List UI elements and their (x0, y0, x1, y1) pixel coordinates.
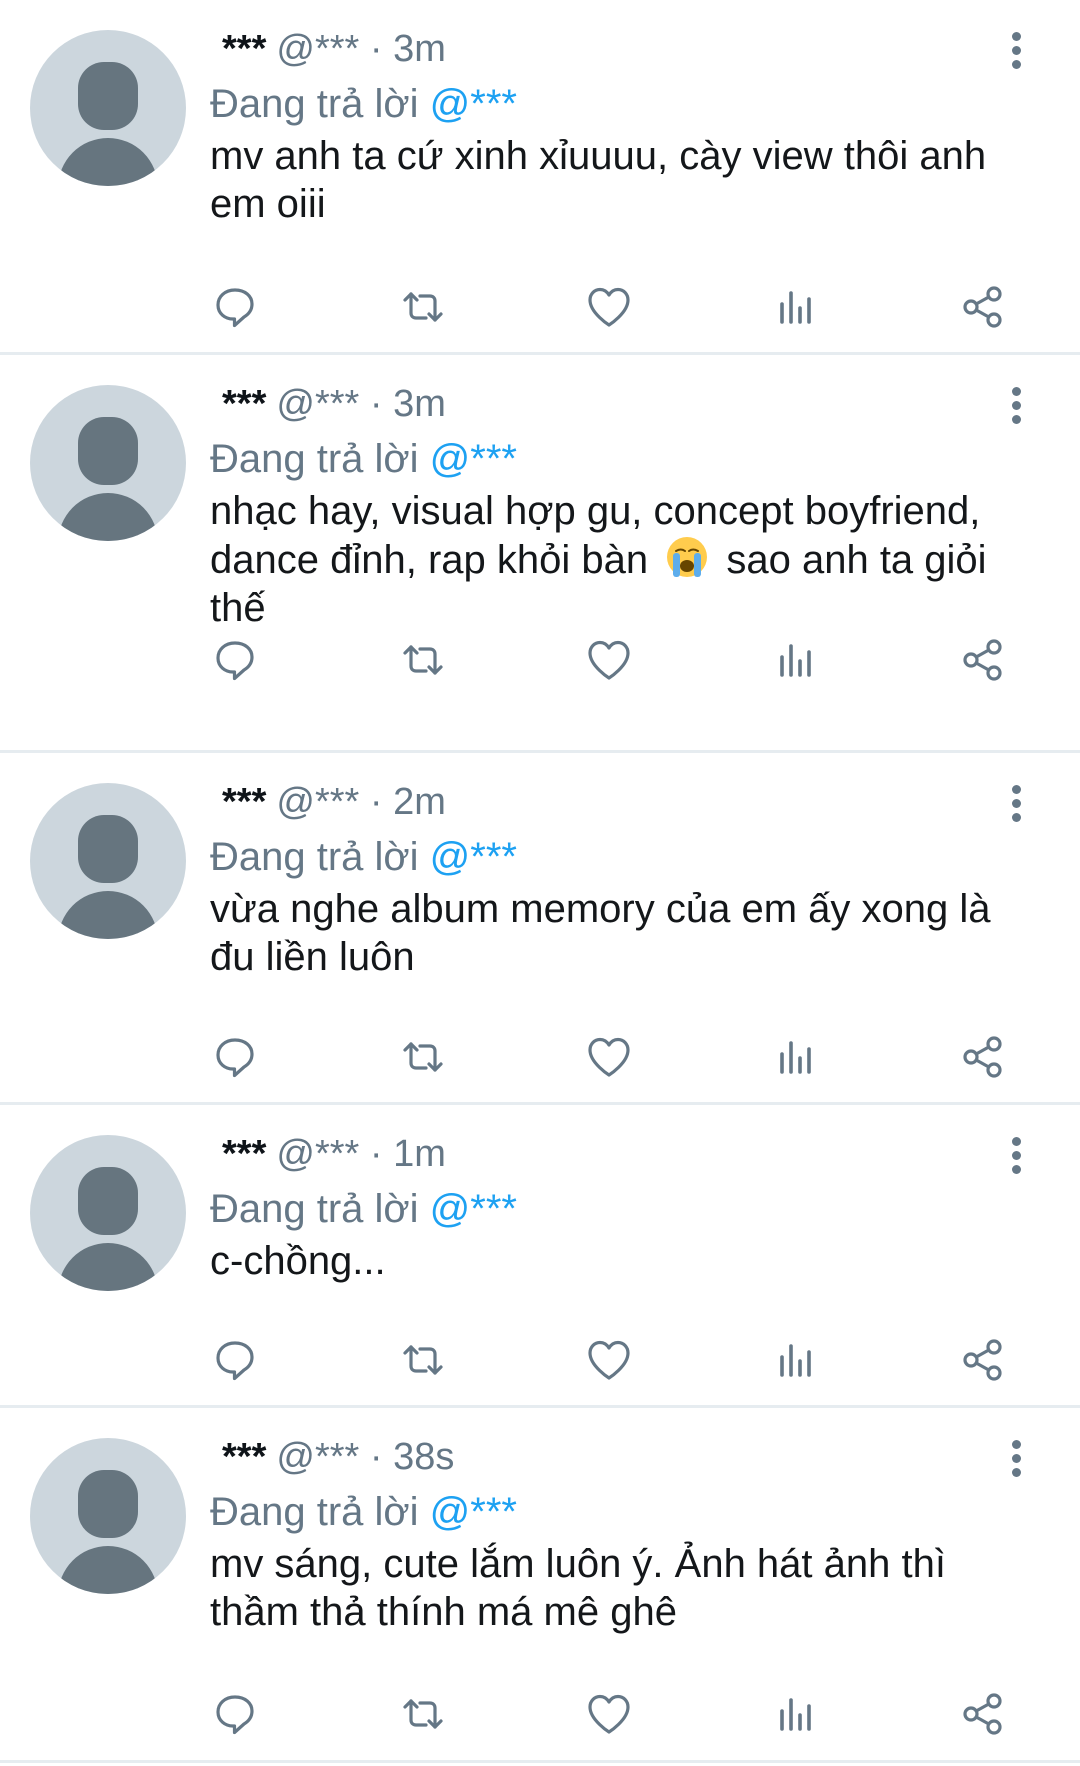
tweet-text: vừa nghe album memory của em ấy xong là … (210, 887, 991, 979)
more-options-icon[interactable] (1006, 785, 1026, 829)
more-options-icon[interactable] (1006, 1137, 1026, 1181)
reply-tweet[interactable]: *** @*** · 1m Đang trả lời @*** c-chồng..… (0, 1105, 1080, 1408)
reply-icon[interactable] (207, 632, 263, 688)
reply-icon[interactable] (207, 279, 263, 335)
avatar[interactable] (30, 1135, 186, 1291)
display-name[interactable]: *** (222, 781, 266, 823)
action-bar (0, 1029, 1080, 1085)
like-icon[interactable] (581, 279, 637, 335)
separator-dot: · (369, 781, 383, 823)
replying-label: Đang trả lời (210, 1490, 419, 1534)
analytics-icon[interactable] (768, 1332, 824, 1388)
reply-tweet[interactable]: *** @*** · 3m Đang trả lời @*** nhạc hay,… (0, 355, 1080, 753)
display-name[interactable]: *** (222, 1133, 266, 1175)
avatar[interactable] (30, 1438, 186, 1594)
timestamp[interactable]: 1m (393, 1133, 446, 1175)
separator-dot: · (369, 383, 383, 425)
retweet-icon[interactable] (395, 1029, 451, 1085)
tweet-header: *** @*** · 38s (222, 1434, 454, 1480)
reply-tweet[interactable]: *** @*** · 38s Đang trả lời @*** mv sáng,… (0, 1408, 1080, 1763)
reply-mention-link[interactable]: @*** (430, 437, 517, 481)
share-icon[interactable] (955, 632, 1011, 688)
timestamp[interactable]: 38s (393, 1436, 454, 1478)
separator-dot: · (369, 28, 383, 70)
retweet-icon[interactable] (395, 1686, 451, 1742)
reply-mention-link[interactable]: @*** (430, 1490, 517, 1534)
separator-dot: · (369, 1133, 383, 1175)
action-bar (0, 279, 1080, 335)
like-icon[interactable] (581, 1686, 637, 1742)
display-name[interactable]: *** (222, 1436, 266, 1478)
retweet-icon[interactable] (395, 1332, 451, 1388)
share-icon[interactable] (955, 279, 1011, 335)
display-name[interactable]: *** (222, 28, 266, 70)
tweet-header: *** @*** · 1m (222, 1131, 446, 1177)
analytics-icon[interactable] (768, 279, 824, 335)
replying-to: Đang trả lời @*** (210, 833, 517, 881)
replying-to: Đang trả lời @*** (210, 1185, 517, 1233)
user-handle: @*** (276, 28, 360, 70)
replying-label: Đang trả lời (210, 82, 419, 126)
avatar[interactable] (30, 30, 186, 186)
analytics-icon[interactable] (768, 1686, 824, 1742)
timestamp[interactable]: 2m (393, 781, 446, 823)
replying-label: Đang trả lời (210, 835, 419, 879)
reply-mention-link[interactable]: @*** (430, 1187, 517, 1231)
reply-tweet[interactable]: *** @*** · 3m Đang trả lời @*** mv anh ta… (0, 0, 1080, 355)
share-icon[interactable] (955, 1686, 1011, 1742)
tweet-header: *** @*** · 3m (222, 381, 446, 427)
replying-label: Đang trả lời (210, 437, 419, 481)
like-icon[interactable] (581, 1029, 637, 1085)
reply-mention-link[interactable]: @*** (430, 835, 517, 879)
more-options-icon[interactable] (1006, 1440, 1026, 1484)
reply-icon[interactable] (207, 1686, 263, 1742)
like-icon[interactable] (581, 632, 637, 688)
separator-dot: · (369, 1436, 383, 1478)
action-bar (0, 632, 1080, 688)
more-options-icon[interactable] (1006, 387, 1026, 431)
avatar[interactable] (30, 385, 186, 541)
replying-to: Đang trả lời @*** (210, 435, 517, 483)
tweet-text: nhạc hay, visual hợp gu, concept boyfrie… (210, 487, 1040, 632)
reply-feed: *** @*** · 3m Đang trả lời @*** mv anh ta… (0, 0, 1080, 1766)
reply-tweet[interactable]: *** @*** · 2m Đang trả lời @*** vừa nghe … (0, 753, 1080, 1105)
share-icon[interactable] (955, 1332, 1011, 1388)
timestamp[interactable]: 3m (393, 28, 446, 70)
analytics-icon[interactable] (768, 1029, 824, 1085)
avatar[interactable] (30, 783, 186, 939)
tweet-header: *** @*** · 3m (222, 26, 446, 72)
tweet-text: c-chồng... (210, 1239, 386, 1283)
tweet-text: mv sáng, cute lắm luôn ý. Ảnh hát ảnh th… (210, 1542, 946, 1634)
reply-icon[interactable] (207, 1029, 263, 1085)
analytics-icon[interactable] (768, 632, 824, 688)
user-handle: @*** (276, 1133, 360, 1175)
share-icon[interactable] (955, 1029, 1011, 1085)
timestamp[interactable]: 3m (393, 383, 446, 425)
action-bar (0, 1686, 1080, 1742)
reply-icon[interactable] (207, 1332, 263, 1388)
display-name[interactable]: *** (222, 383, 266, 425)
user-handle: @*** (276, 383, 360, 425)
retweet-icon[interactable] (395, 632, 451, 688)
like-icon[interactable] (581, 1332, 637, 1388)
more-options-icon[interactable] (1006, 32, 1026, 76)
user-handle: @*** (276, 1436, 360, 1478)
user-handle: @*** (276, 781, 360, 823)
replying-label: Đang trả lời (210, 1187, 419, 1231)
replying-to: Đang trả lời @*** (210, 1488, 517, 1536)
tweet-header: *** @*** · 2m (222, 779, 446, 825)
replying-to: Đang trả lời @*** (210, 80, 517, 128)
reply-mention-link[interactable]: @*** (430, 82, 517, 126)
loudly-crying-face-icon (667, 537, 708, 577)
action-bar (0, 1332, 1080, 1388)
retweet-icon[interactable] (395, 279, 451, 335)
tweet-text: mv anh ta cứ xinh xỉuuuu, cày view thôi … (210, 134, 987, 226)
